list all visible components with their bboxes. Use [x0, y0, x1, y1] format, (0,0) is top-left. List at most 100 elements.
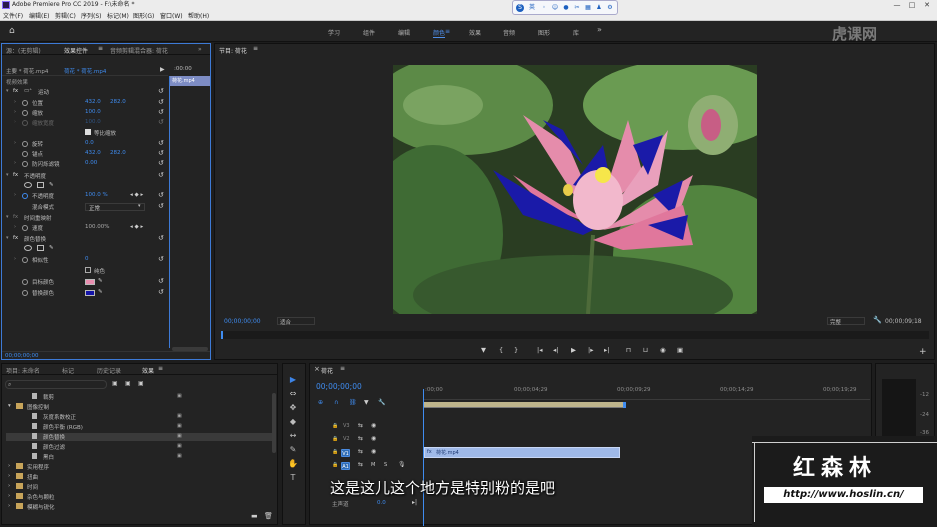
ripple-edit-tool-icon[interactable]: ✥: [287, 402, 299, 413]
lock-icon[interactable]: 🔒: [332, 423, 338, 429]
type-tool-icon[interactable]: T: [287, 472, 299, 483]
step-forward-icon[interactable]: |▸: [588, 346, 593, 354]
close-button[interactable]: ✕: [921, 0, 933, 10]
go-to-out-icon[interactable]: ▸|: [604, 346, 609, 354]
punctuation-icon[interactable]: ◦: [540, 4, 548, 12]
button-editor-icon[interactable]: +: [919, 347, 927, 357]
comparison-view-icon[interactable]: ▣: [677, 346, 683, 354]
32bit-effects-icon[interactable]: ▣: [125, 380, 131, 387]
selection-tool-icon[interactable]: ▶: [287, 374, 299, 385]
tab-project[interactable]: 项目: 未命名: [6, 366, 40, 375]
effect-folder[interactable]: › 时间: [6, 483, 272, 491]
rectangle-mask-icon[interactable]: [37, 182, 44, 188]
workspace-graphics[interactable]: 图形: [538, 28, 550, 37]
solid-color-checkbox[interactable]: [85, 267, 91, 273]
ec-clip-bar[interactable]: 荷花.mp4: [170, 76, 210, 86]
sequence-clip-path[interactable]: 荷花 * 荷花.mp4: [64, 67, 106, 75]
wrench-icon[interactable]: 🔧: [378, 399, 385, 406]
menu-clip[interactable]: 剪辑(C): [55, 11, 76, 20]
blend-mode-select[interactable]: 正常: [85, 203, 145, 212]
go-to-end-icon[interactable]: ▸|: [412, 499, 417, 506]
ellipse-mask-icon[interactable]: [24, 182, 32, 188]
effect-folder[interactable]: › 模糊与锐化: [6, 503, 272, 511]
ime-logo-icon[interactable]: S: [516, 4, 524, 12]
anchor-x[interactable]: 432.0: [85, 150, 101, 156]
time-ruler[interactable]: :00;00 00;00;04;29 00;00;09;29 00;00;14;…: [423, 386, 870, 400]
go-to-in-icon[interactable]: |◂: [537, 346, 542, 354]
nest-icon[interactable]: ⊕: [318, 399, 323, 406]
eyedropper-icon[interactable]: ✎: [98, 278, 103, 284]
mic-icon[interactable]: 🎙: [398, 461, 406, 468]
effect-color-replace[interactable]: 颜色替换: [24, 235, 46, 243]
scissors-icon[interactable]: ✂: [573, 4, 581, 12]
effect-item[interactable]: 灰度系数校正 ▣: [6, 413, 272, 421]
timeline-clip[interactable]: fx 荷花.mp4: [424, 447, 620, 458]
effect-item[interactable]: 颜色平衡 (RGB) ▣: [6, 423, 272, 431]
disclosure-triangle-icon[interactable]: ▾: [8, 403, 11, 409]
mark-out-icon[interactable]: }: [514, 346, 518, 354]
speed-value[interactable]: 100.00%: [85, 224, 109, 230]
antiflicker-value[interactable]: 0.00: [85, 160, 97, 166]
effect-item[interactable]: 裁剪 ▣: [6, 393, 272, 401]
gear-icon[interactable]: ⚙: [606, 4, 614, 12]
menu-file[interactable]: 文件(F): [3, 11, 23, 20]
tab-effects[interactable]: 效果: [142, 366, 154, 375]
accelerated-effects-icon[interactable]: ▣: [112, 380, 118, 387]
effects-search-input[interactable]: ⌕: [5, 380, 107, 389]
program-title[interactable]: 节目: 荷花: [219, 46, 247, 55]
effect-opacity[interactable]: 不透明度: [24, 172, 46, 180]
play-only-icon[interactable]: ▶: [160, 66, 165, 73]
maximize-button[interactable]: □: [906, 0, 918, 10]
mute-button[interactable]: M: [371, 462, 375, 468]
menu-window[interactable]: 窗口(W): [160, 11, 183, 20]
effect-folder[interactable]: › 扭曲: [6, 473, 272, 481]
disclosure-triangle-icon[interactable]: ›: [8, 503, 10, 509]
disclosure-triangle-icon[interactable]: ›: [8, 473, 10, 479]
workspace-color[interactable]: 颜色: [433, 28, 446, 38]
workspace-libraries[interactable]: 库: [573, 28, 579, 37]
workspace-effects[interactable]: 效果: [469, 28, 481, 37]
tab-history[interactable]: 历史记录: [97, 366, 121, 375]
wrench-icon[interactable]: 🔧: [873, 316, 882, 324]
effect-folder[interactable]: › 实用程序: [6, 463, 272, 471]
solo-button[interactable]: S: [384, 462, 387, 468]
hand-tool-icon[interactable]: ✋: [287, 458, 299, 469]
position-y[interactable]: 282.0: [110, 99, 126, 105]
effect-folder[interactable]: › 杂色与颗粒: [6, 493, 272, 501]
scale-value[interactable]: 100.0: [85, 109, 101, 115]
effect-item[interactable]: 黑白 ▣: [6, 453, 272, 461]
track-select-tool-icon[interactable]: ⇔: [287, 388, 299, 399]
disclosure-triangle-icon[interactable]: ›: [8, 463, 10, 469]
scale-width-value[interactable]: 100.0: [85, 119, 101, 125]
menu-edit[interactable]: 编辑(E): [29, 11, 49, 20]
pen-mask-icon[interactable]: ✎: [49, 182, 54, 188]
rotation-value[interactable]: 0.0: [85, 140, 94, 146]
reset-motion-icon[interactable]: ↺: [158, 87, 164, 95]
menu-help[interactable]: 帮助(H): [188, 11, 209, 20]
ec-timecode[interactable]: 00;00;00;00: [5, 353, 39, 359]
brand-url[interactable]: http://www.hoslin.cn/: [764, 487, 923, 503]
mic-icon[interactable]: ●: [562, 4, 570, 12]
program-scrub-bar[interactable]: [221, 331, 929, 339]
menu-marker[interactable]: 标记(M): [107, 11, 129, 20]
tab-markers[interactable]: 标记: [62, 366, 74, 375]
pen-tool-icon[interactable]: ✎: [287, 444, 299, 455]
timeline-timecode[interactable]: 00;00;00;00: [316, 382, 362, 391]
uniform-scale-checkbox[interactable]: [85, 129, 91, 135]
anchor-y[interactable]: 282.0: [110, 150, 126, 156]
timeline-sequence-tab[interactable]: 荷花: [321, 366, 333, 375]
effect-folder[interactable]: ▾ 图像控制: [6, 403, 272, 411]
effect-item[interactable]: 颜色替换 ▣: [6, 433, 272, 441]
eyedropper-icon[interactable]: ✎: [98, 289, 103, 295]
zoom-fit-select[interactable]: 适合: [277, 317, 315, 326]
trash-icon[interactable]: 🗑: [264, 512, 273, 520]
workspace-learn[interactable]: 学习: [328, 28, 340, 37]
work-area-bar[interactable]: [423, 402, 623, 408]
snap-icon[interactable]: ∩: [334, 399, 338, 406]
disclosure-triangle-icon[interactable]: ›: [8, 493, 10, 499]
extract-icon[interactable]: ⊔: [643, 346, 648, 354]
step-back-icon[interactable]: ◂|: [553, 346, 558, 354]
similarity-value[interactable]: 0: [85, 256, 89, 262]
position-x[interactable]: 432.0: [85, 99, 101, 105]
grid-icon[interactable]: ▦: [584, 4, 592, 12]
